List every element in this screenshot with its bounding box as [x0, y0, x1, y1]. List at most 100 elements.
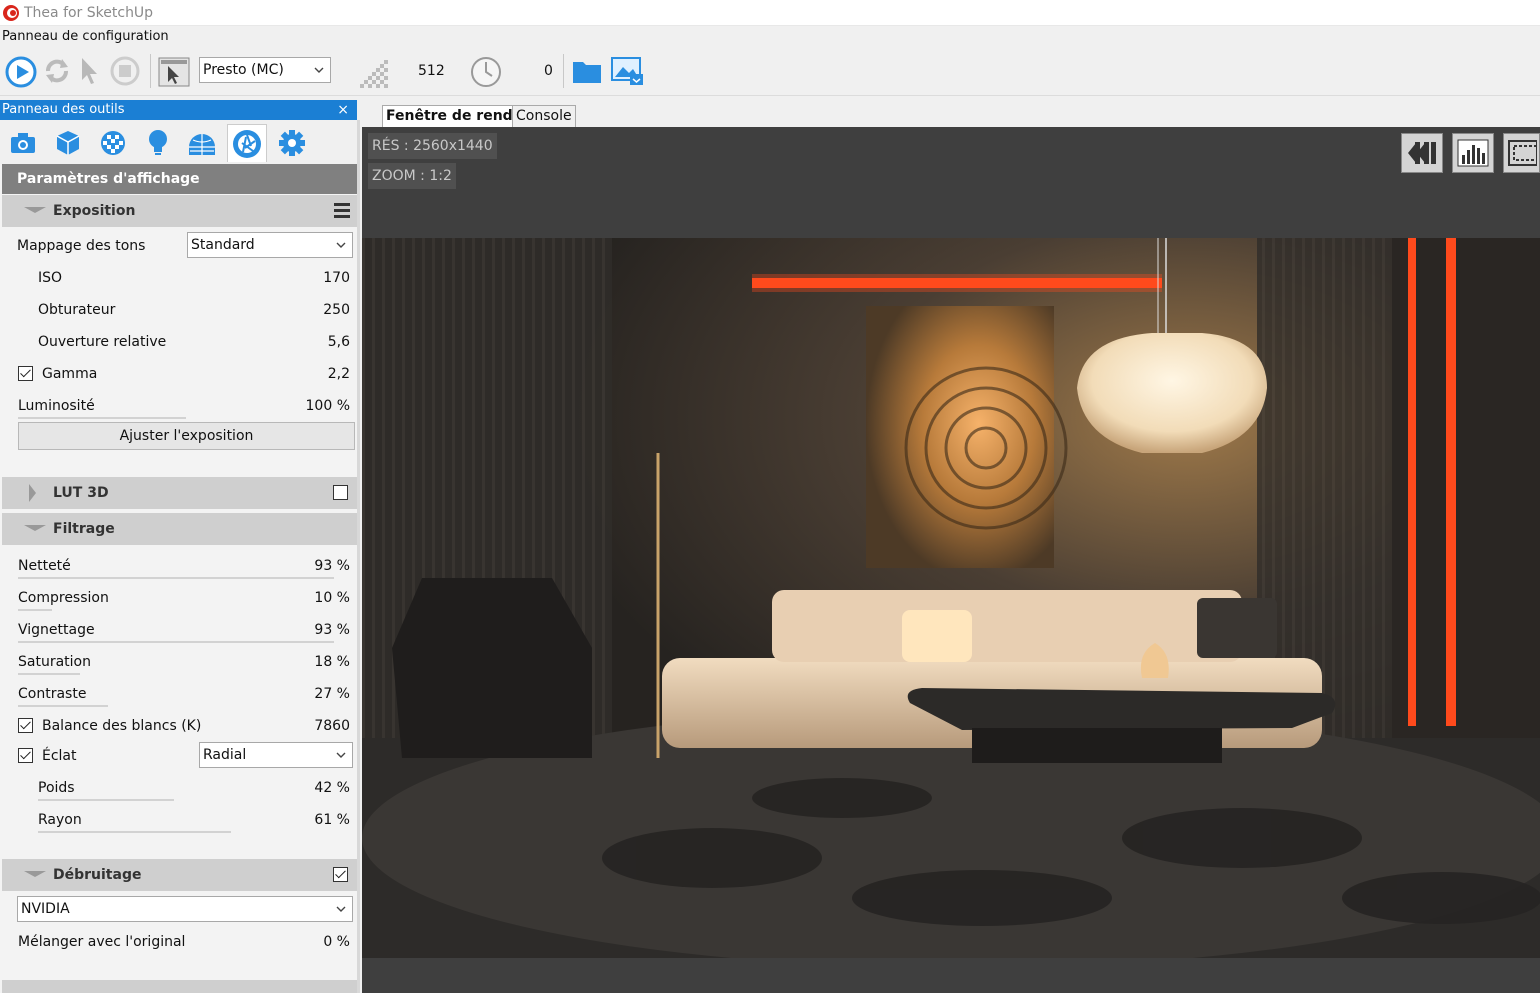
- display-tab[interactable]: [227, 124, 267, 162]
- save-image-icon[interactable]: [610, 56, 644, 86]
- denoise-engine-value: NVIDIA: [21, 901, 70, 917]
- folder-icon[interactable]: [572, 58, 602, 84]
- zoom-badge: ZOOM : 1:2: [368, 163, 456, 189]
- next-section-header[interactable]: [2, 980, 357, 993]
- collapse-arrow-icon: [24, 871, 46, 877]
- gamma-label: Gamma: [42, 366, 98, 382]
- engine-dropdown[interactable]: Presto (MC): [199, 57, 331, 83]
- adjust-exposure-button[interactable]: Ajuster l'exposition: [18, 422, 355, 450]
- lut-title: LUT 3D: [53, 485, 109, 501]
- collapse-arrow-icon: [24, 525, 46, 531]
- radius-slider[interactable]: [38, 831, 231, 833]
- lut-checkbox[interactable]: [333, 485, 348, 500]
- settings-tab[interactable]: [272, 124, 312, 162]
- history-frames-icon: [1408, 142, 1436, 164]
- blend-value[interactable]: 0 %: [323, 932, 350, 952]
- fstop-value[interactable]: 5,6: [328, 332, 350, 352]
- material-tab[interactable]: [93, 124, 133, 162]
- stop-icon[interactable]: [110, 56, 140, 86]
- weight-value[interactable]: 42 %: [314, 778, 350, 798]
- gamma-value[interactable]: 2,2: [328, 364, 350, 384]
- tone-mapping-dropdown[interactable]: Standard: [187, 232, 353, 258]
- environment-icon: [189, 134, 215, 155]
- saturation-label: Saturation: [18, 654, 91, 670]
- environment-tab[interactable]: [182, 124, 222, 162]
- white-balance-label: Balance des blancs (K): [42, 718, 202, 734]
- weight-label: Poids: [38, 780, 75, 796]
- tool-panel-title: Panneau des outils: [2, 102, 125, 117]
- filtering-section-header[interactable]: Filtrage: [2, 513, 357, 545]
- hamburger-menu-icon[interactable]: [334, 203, 350, 221]
- denoise-checkbox[interactable]: [333, 867, 348, 882]
- close-icon[interactable]: ×: [337, 100, 349, 120]
- brightness-slider[interactable]: [18, 417, 186, 419]
- bloom-type-dropdown[interactable]: Radial: [199, 742, 353, 768]
- resolution-badge: RÉS : 2560x1440: [368, 133, 497, 159]
- engine-value: Presto (MC): [203, 62, 284, 78]
- contrast-slider[interactable]: [18, 705, 108, 707]
- sharpness-value[interactable]: 93 %: [314, 556, 350, 576]
- tool-tabs: [0, 120, 357, 164]
- camera-icon: [11, 133, 35, 153]
- light-tab[interactable]: [138, 124, 178, 162]
- saturation-slider[interactable]: [18, 673, 80, 675]
- vignetting-value[interactable]: 93 %: [314, 620, 350, 640]
- camera-tab[interactable]: [3, 124, 43, 162]
- shutter-label: Obturateur: [38, 302, 116, 318]
- compression-value[interactable]: 10 %: [314, 588, 350, 608]
- select-cursor-icon[interactable]: [78, 56, 102, 86]
- region-render-button[interactable]: [1503, 133, 1540, 173]
- gear-icon: [279, 130, 305, 156]
- denoise-engine-dropdown[interactable]: NVIDIA: [17, 896, 353, 922]
- weight-slider[interactable]: [38, 799, 174, 801]
- exposure-title: Exposition: [53, 203, 136, 219]
- history-button[interactable]: [1401, 133, 1443, 173]
- brightness-value[interactable]: 100 %: [306, 396, 350, 416]
- vignetting-label: Vignettage: [18, 622, 95, 638]
- collapse-arrow-icon: [24, 207, 46, 213]
- bloom-checkbox[interactable]: [18, 748, 33, 763]
- play-icon[interactable]: [5, 56, 37, 88]
- expand-arrow-icon: [29, 484, 36, 502]
- sharpness-slider[interactable]: [18, 577, 334, 579]
- white-balance-checkbox[interactable]: [18, 718, 33, 733]
- bloom-label: Éclat: [42, 748, 77, 764]
- render-viewport[interactable]: RÉS : 2560x1440 ZOOM : 1:2: [362, 127, 1540, 993]
- refresh-icon[interactable]: [42, 56, 72, 86]
- region-select-icon[interactable]: [158, 57, 190, 87]
- filtering-title: Filtrage: [53, 521, 115, 537]
- shutter-value[interactable]: 250: [323, 300, 350, 320]
- blend-label: Mélanger avec l'original: [18, 934, 186, 950]
- iso-label: ISO: [38, 270, 63, 286]
- tone-mapping-value: Standard: [191, 237, 255, 253]
- denoise-title: Débruitage: [53, 867, 142, 883]
- tab-render-window[interactable]: Fenêtre de rendu: [382, 105, 527, 127]
- vignetting-slider[interactable]: [18, 641, 334, 643]
- chevron-down-icon: [336, 752, 346, 758]
- exposure-section-header[interactable]: Exposition: [2, 195, 357, 227]
- brightness-label: Luminosité: [18, 398, 95, 414]
- lut-section-header[interactable]: LUT 3D: [2, 477, 357, 509]
- contrast-value[interactable]: 27 %: [314, 684, 350, 704]
- saturation-value[interactable]: 18 %: [314, 652, 350, 672]
- iso-value[interactable]: 170: [323, 268, 350, 288]
- radius-value[interactable]: 61 %: [314, 810, 350, 830]
- sharpness-label: Netteté: [18, 558, 71, 574]
- fstop-label: Ouverture relative: [38, 334, 167, 350]
- title-bar: Thea for SketchUp: [0, 0, 1540, 26]
- tab-console[interactable]: Console: [512, 105, 576, 127]
- time-value: 0: [544, 63, 553, 79]
- compression-slider[interactable]: [18, 609, 52, 611]
- white-balance-value[interactable]: 7860: [314, 716, 350, 736]
- bloom-type-value: Radial: [203, 747, 247, 763]
- histogram-button[interactable]: [1452, 133, 1494, 173]
- main-toolbar: Presto (MC) 512 0: [0, 48, 1540, 96]
- chevron-down-icon: [336, 242, 346, 248]
- object-tab[interactable]: [48, 124, 88, 162]
- denoise-section-header[interactable]: Débruitage: [2, 859, 357, 891]
- gamma-checkbox[interactable]: [18, 366, 33, 381]
- material-sphere-icon: [101, 131, 125, 155]
- tone-mapping-label: Mappage des tons: [17, 238, 146, 254]
- render-tabs: Fenêtre de rendu Console: [362, 100, 1540, 127]
- histogram-icon: [1457, 139, 1489, 167]
